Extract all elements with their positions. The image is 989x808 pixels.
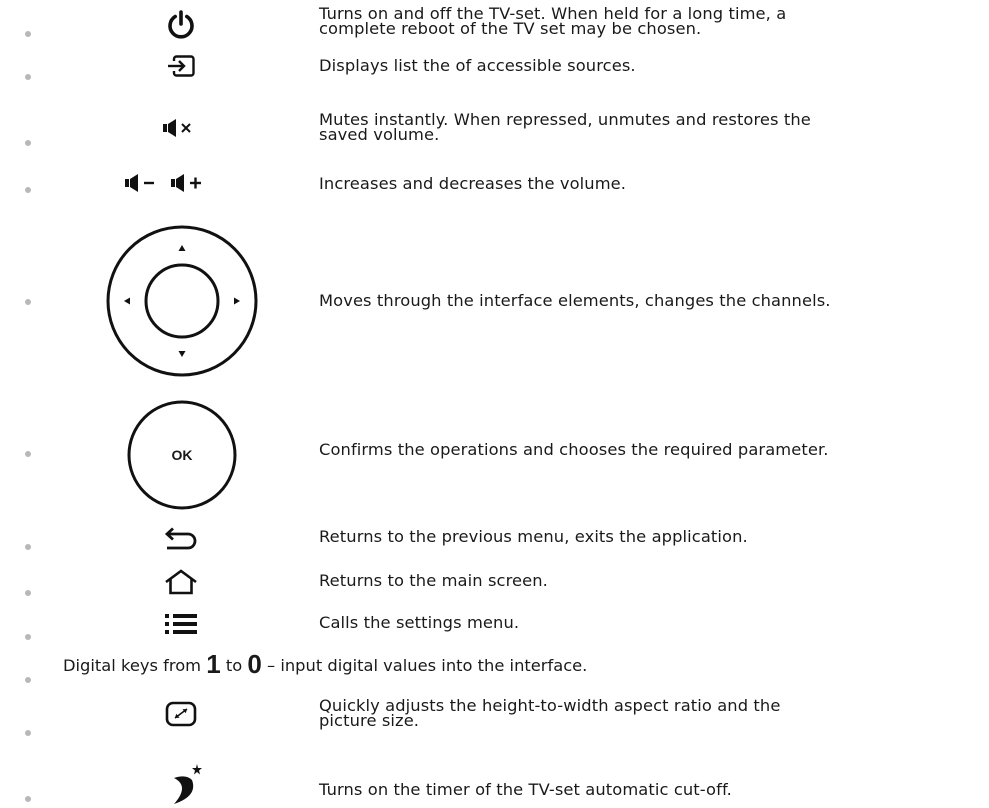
digit-key-one: 1 <box>206 649 221 679</box>
back-arrow-icon <box>163 526 199 552</box>
digit-key-zero: 0 <box>247 649 262 679</box>
digital-keys-text: Digital keys from 1 to 0 – input digital… <box>63 651 588 677</box>
bullet <box>25 634 31 640</box>
digital-keys-suffix: – input digital values into the interfac… <box>261 656 588 675</box>
sleep-timer-icon <box>170 762 202 806</box>
description: Turns on the timer of the TV-set automat… <box>319 780 732 799</box>
power-icon <box>165 9 197 41</box>
bullet <box>25 299 31 305</box>
ok-button-icon: OK <box>126 399 238 511</box>
bullet <box>25 796 31 802</box>
bullet <box>25 544 31 550</box>
digital-keys-prefix: Digital keys from <box>63 656 207 675</box>
input-source-icon <box>165 53 197 79</box>
description: Confirms the operations and chooses the … <box>319 440 829 459</box>
description: Moves through the interface elements, ch… <box>319 291 831 310</box>
volume-down-up-icon <box>122 172 222 194</box>
description: Displays list the of accessible sources. <box>319 56 636 75</box>
bullet <box>25 730 31 736</box>
bullet <box>25 590 31 596</box>
description: Calls the settings menu. <box>319 613 520 632</box>
bullet <box>25 74 31 80</box>
bullet <box>25 451 31 457</box>
description: Mutes instantly. When repressed, unmutes… <box>319 110 811 144</box>
bullet <box>25 31 31 37</box>
digital-keys-middle: to <box>220 656 248 675</box>
navigation-pad-icon <box>104 223 260 379</box>
ok-label: OK <box>171 447 193 463</box>
description: Returns to the previous menu, exits the … <box>319 527 748 546</box>
bullet <box>25 187 31 193</box>
description: Returns to the main screen. <box>319 571 548 590</box>
description: Quickly adjusts the height-to-width aspe… <box>319 696 781 730</box>
settings-menu-icon <box>164 611 200 637</box>
bullet <box>25 140 31 146</box>
description: Turns on and off the TV-set. When held f… <box>319 4 787 38</box>
bullet <box>25 677 31 683</box>
aspect-ratio-icon <box>164 700 198 728</box>
description: Increases and decreases the volume. <box>319 174 627 193</box>
mute-icon <box>160 117 200 139</box>
home-icon <box>164 569 198 595</box>
